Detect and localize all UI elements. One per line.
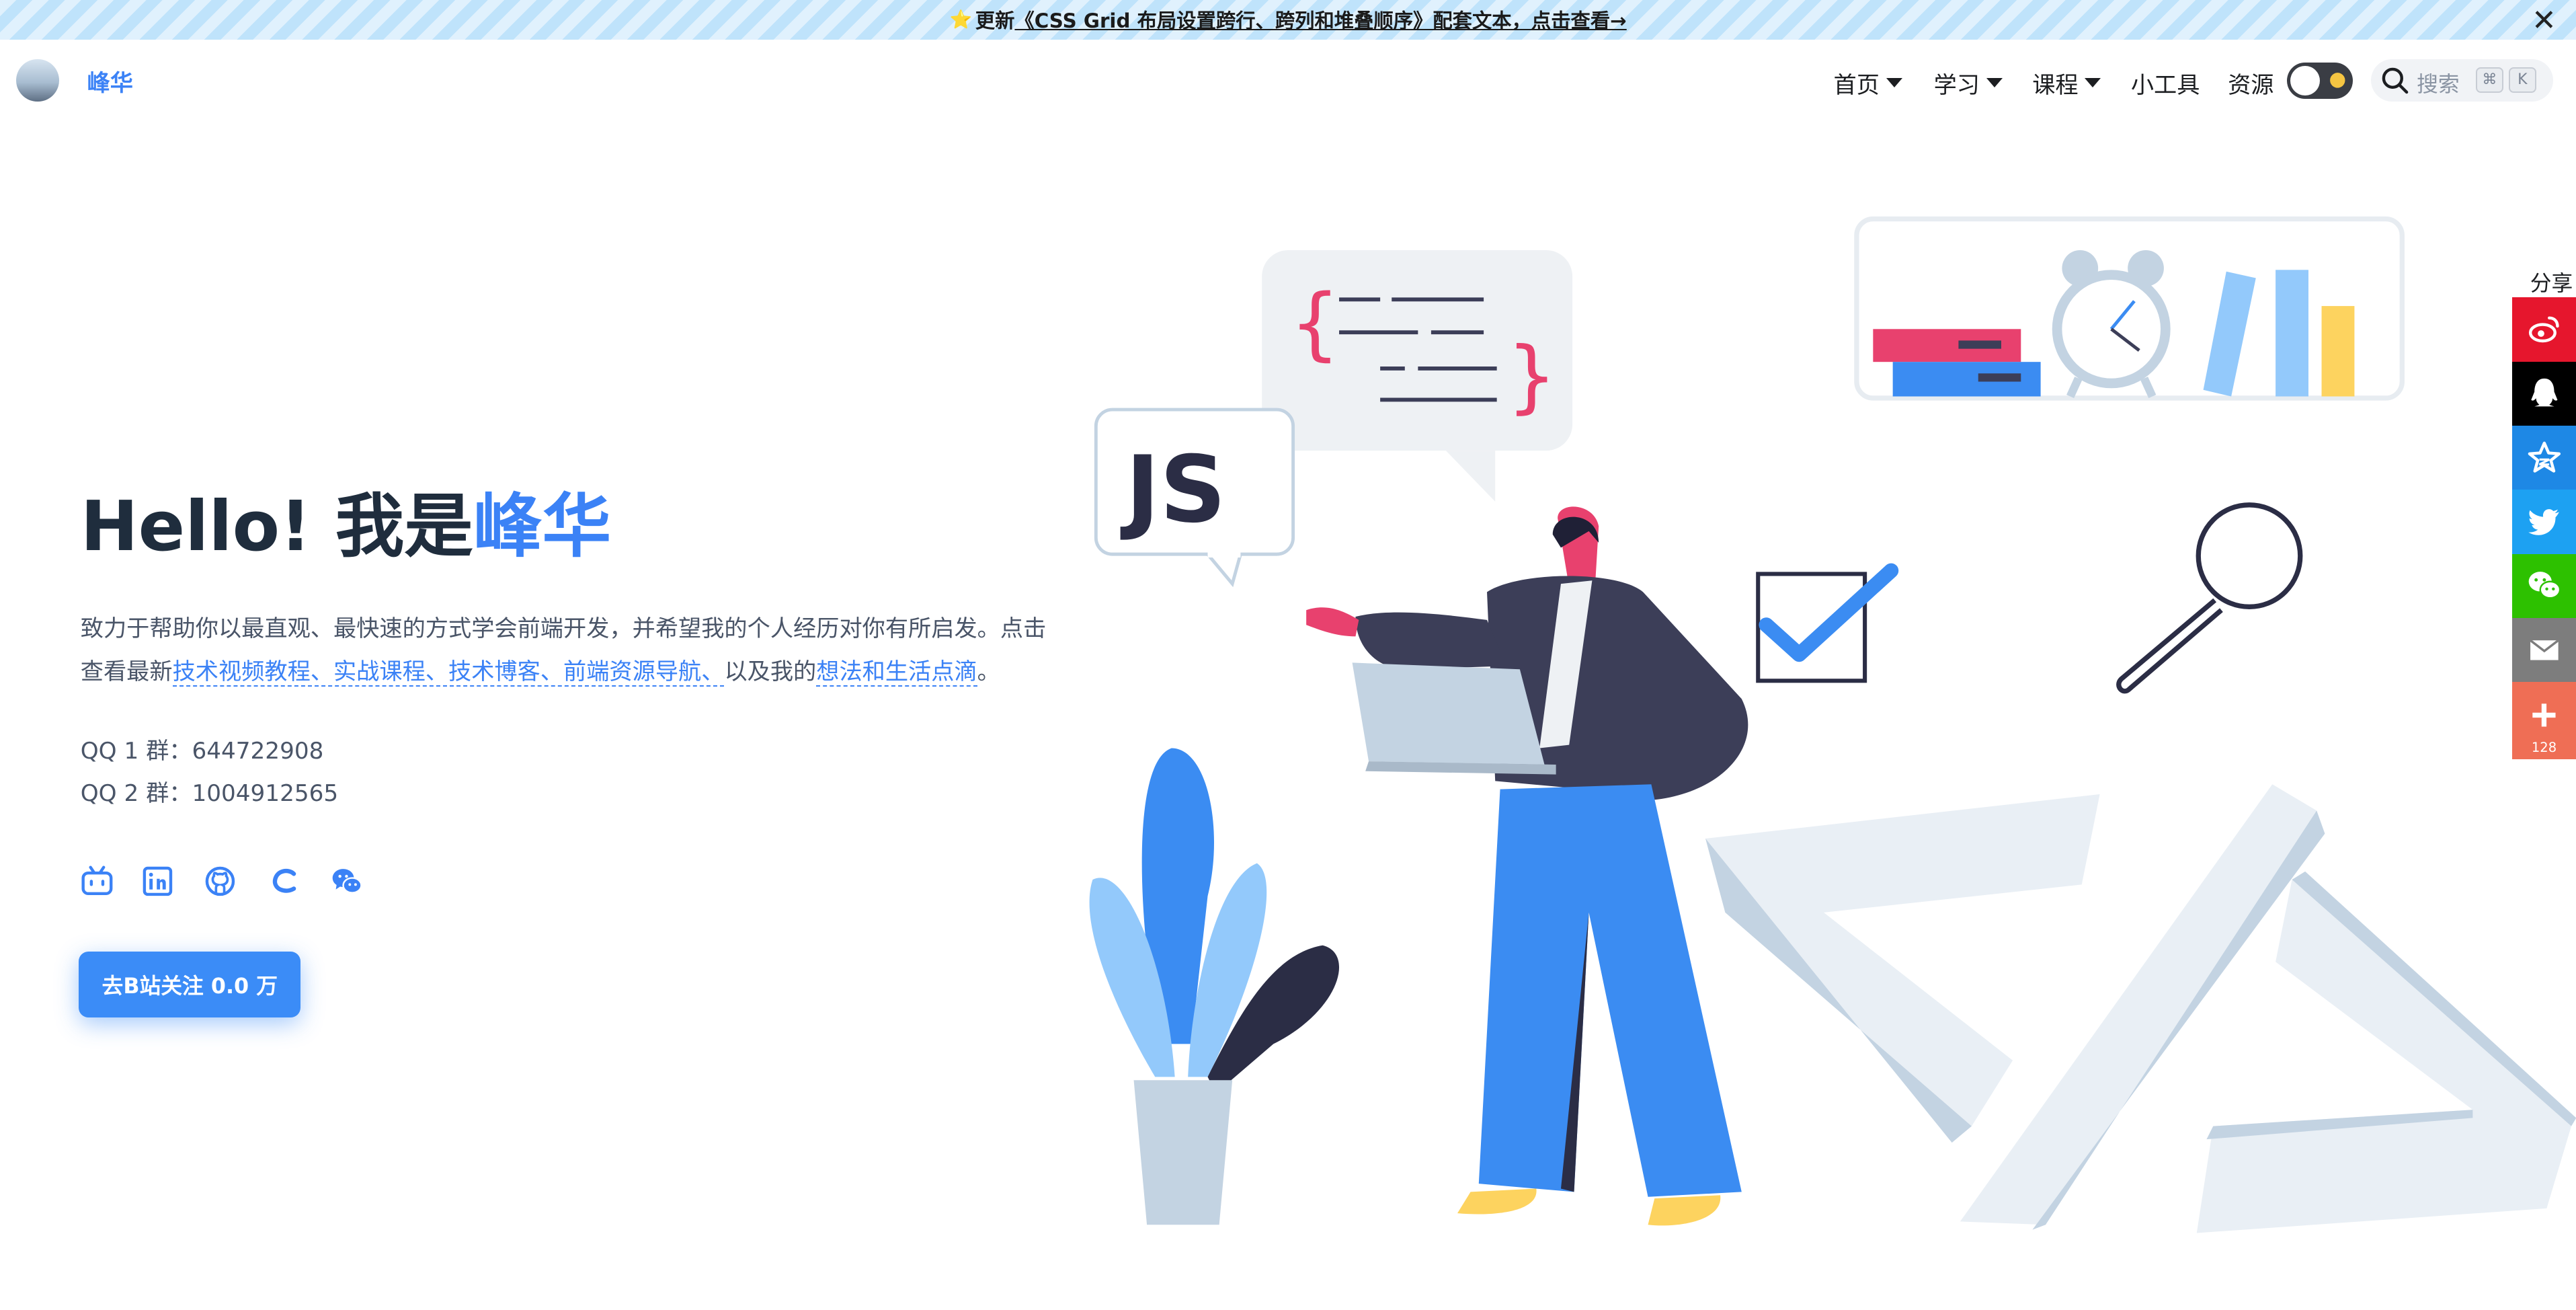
- hero-title: Hello! 我是峰华: [81, 470, 611, 570]
- share-twitter-button[interactable]: [2511, 490, 2576, 554]
- share-count: 128: [2531, 739, 2557, 755]
- hero-resources-link[interactable]: 技术视频教程、实战课程、技术博客、前端资源导航、: [172, 658, 725, 687]
- brand-name[interactable]: 峰华: [87, 64, 133, 98]
- bilibili-icon[interactable]: [81, 865, 114, 898]
- search-placeholder: 搜索: [2417, 73, 2460, 98]
- close-icon[interactable]: ✕: [2532, 3, 2557, 38]
- qq-group-1: QQ 1 群：644722908: [80, 737, 324, 765]
- share-email-button[interactable]: [2511, 617, 2576, 683]
- share-title: 分享: [2530, 271, 2573, 296]
- nav-item-label: 资源: [2228, 71, 2274, 99]
- hero-name: 峰华: [473, 486, 612, 567]
- wechat-icon[interactable]: [330, 865, 363, 898]
- js-bubble-text: JS: [1120, 436, 1226, 543]
- chevron-down-icon: [2085, 77, 2101, 87]
- share-wechat-button[interactable]: [2511, 553, 2576, 618]
- search-box[interactable]: 搜索 ⌘ K: [2370, 59, 2553, 102]
- nav-item-courses[interactable]: 课程: [2032, 66, 2101, 100]
- chevron-down-icon: [1986, 77, 2003, 87]
- hero-desc-text: 以及我的: [724, 658, 817, 685]
- linkedin-icon[interactable]: [141, 865, 174, 898]
- svg-text:}: }: [1506, 330, 1557, 422]
- search-icon: [2382, 67, 2409, 94]
- qq-icon: [2530, 379, 2558, 407]
- bilibili-follow-button[interactable]: 去B站关注 0.0 万: [79, 952, 301, 1017]
- more-icon: [2532, 703, 2556, 727]
- nav-item-label: 小工具: [2130, 71, 2200, 99]
- twitter-icon: [2528, 509, 2559, 535]
- hero-illustration: { } JS: [1089, 216, 2576, 1233]
- hero-ideas-link[interactable]: 想法和生活点滴: [816, 658, 977, 687]
- navbar: 峰华 首页 学习 课程 小工具 资源 ● 搜索 ⌘ K: [0, 40, 2576, 122]
- qzone-icon: [2528, 441, 2561, 473]
- nav-item-label: 学习: [1933, 71, 1980, 99]
- sun-icon: ●: [2329, 67, 2347, 91]
- github-icon[interactable]: [204, 865, 237, 898]
- toggle-knob: [2290, 65, 2320, 95]
- nav-item-label: 课程: [2032, 71, 2079, 99]
- hero-hello: Hello! 我是: [80, 486, 473, 567]
- share-qzone-button[interactable]: [2511, 425, 2576, 490]
- announcement-bar: ⭐ 更新 《CSS Grid 布局设置跨行、跨列和堆叠顺序》配套文本，点击查看→…: [0, 0, 2576, 40]
- command-key: ⌘: [2476, 67, 2503, 93]
- chevron-down-icon: [1886, 77, 1902, 87]
- svg-text:{: {: [1290, 277, 1340, 369]
- wechat-icon: [2528, 572, 2561, 599]
- announcement-link[interactable]: 《CSS Grid 布局设置跨行、跨列和堆叠顺序》配套文本，点击查看→: [1014, 5, 1626, 34]
- qq-group-2: QQ 2 群：1004912565: [80, 780, 339, 808]
- nav-item-tools[interactable]: 小工具: [2131, 66, 2200, 100]
- star-icon: ⭐: [949, 9, 972, 31]
- hero-desc-text: 。: [977, 658, 1000, 685]
- theme-toggle[interactable]: ●: [2287, 62, 2353, 99]
- nav-item-home[interactable]: 首页: [1834, 66, 1902, 100]
- share-weibo-button[interactable]: [2511, 297, 2576, 362]
- nav-item-label: 首页: [1833, 71, 1880, 99]
- avatar[interactable]: [16, 59, 59, 102]
- announcement-prefix: 更新: [975, 9, 1015, 33]
- nav-item-learn[interactable]: 学习: [1934, 66, 2003, 100]
- hero-description: 致力于帮助你以最直观、最快速的方式学会前端开发，并希望我的个人经历对你有所启发。…: [81, 608, 1066, 693]
- share-qq-button[interactable]: [2511, 361, 2576, 426]
- weibo-icon: [2528, 316, 2559, 343]
- k-key: K: [2508, 67, 2536, 93]
- email-icon: [2529, 639, 2559, 660]
- csdn-icon[interactable]: [268, 865, 300, 898]
- nav-item-resources[interactable]: 资源: [2228, 66, 2273, 100]
